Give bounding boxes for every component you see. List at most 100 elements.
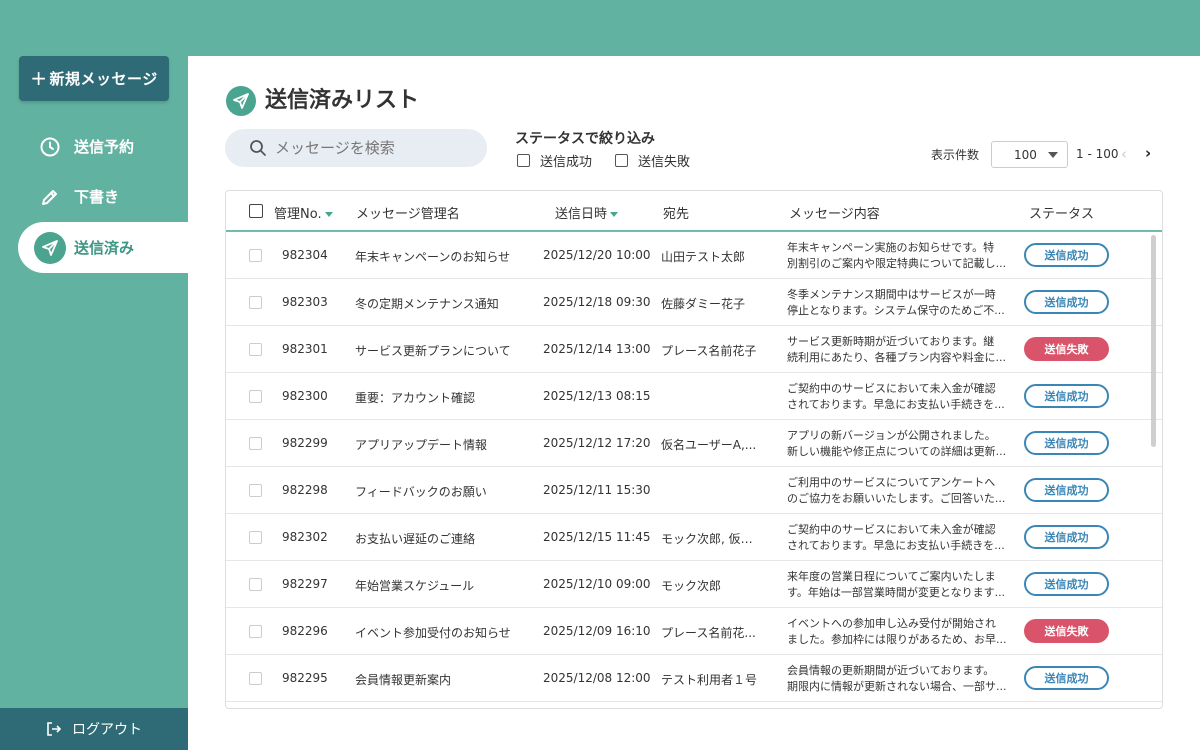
filter-failure-checkbox[interactable]: 送信失敗 xyxy=(615,151,690,170)
column-header-date[interactable]: 送信日時 xyxy=(555,203,619,222)
sidebar-item-sent[interactable]: 送信済み xyxy=(18,222,188,273)
row-checkbox[interactable] xyxy=(249,437,262,450)
row-id: 982304 xyxy=(282,248,328,262)
table-row[interactable]: 982298 フィードバックのお願い 2025/12/11 15:30 ご利用中のサー… xyxy=(226,467,1162,514)
sidebar-item-label: 送信予約 xyxy=(74,138,135,156)
row-content: イベントへの参加申し込み受付が開始され ました。参加枠には限りがあるため、お早..… xyxy=(787,617,1007,646)
per-page-select[interactable]: 100 xyxy=(991,141,1068,168)
table-header: 管理No. メッセージ管理名 送信日時 宛先 メッセージ内容 ステータス xyxy=(226,191,1162,232)
row-checkbox[interactable] xyxy=(249,484,262,497)
logout-button[interactable]: ログアウト xyxy=(0,708,188,750)
row-content: 会員情報の更新期間が近づいております。 期限内に情報が更新されない場合、一部サ..… xyxy=(787,664,1007,693)
plus-icon: + xyxy=(30,65,48,90)
row-content: ご契約中のサービスにおいて未入金が確認 されております。早急にお支払い手続きを..… xyxy=(787,382,1005,411)
select-all-checkbox[interactable] xyxy=(249,204,263,218)
table-row[interactable]: 982299 アプリアップデート情報 2025/12/12 17:20 仮名ユーザーA… xyxy=(226,420,1162,467)
status-badge: 送信失敗 xyxy=(1024,337,1109,361)
row-id: 982296 xyxy=(282,624,328,638)
table-row[interactable]: 982301 サービス更新プランについて 2025/12/14 13:00 プレース名… xyxy=(226,326,1162,373)
status-badge: 送信失敗 xyxy=(1024,619,1109,643)
checkbox[interactable] xyxy=(615,154,628,167)
table-row[interactable]: 982303 冬の定期メンテナンス通知 2025/12/18 09:30 佐藤ダミー花… xyxy=(226,279,1162,326)
row-checkbox[interactable] xyxy=(249,296,262,309)
row-id: 982302 xyxy=(282,530,328,544)
row-recipient: モック次郎 xyxy=(661,579,722,593)
row-checkbox[interactable] xyxy=(249,672,262,685)
sidebar-item-scheduled[interactable]: 送信予約 xyxy=(18,121,188,172)
row-content: アプリの新バージョンが公開されました。 新しい機能や修正点についての詳細は更新..… xyxy=(787,429,1007,458)
filter-title: ステータスで絞り込み xyxy=(515,131,655,147)
next-page-button[interactable]: › xyxy=(1145,144,1151,162)
table-row[interactable]: 982295 会員情報更新案内 2025/12/08 12:00 テスト利用者１号 会員… xyxy=(226,655,1162,702)
row-date: 2025/12/12 17:20 xyxy=(543,436,651,450)
row-date: 2025/12/13 08:15 xyxy=(543,389,651,403)
sidebar-item-drafts[interactable]: 下書き xyxy=(18,171,188,222)
paper-plane-icon xyxy=(226,86,256,116)
prev-page-button[interactable]: ‹ xyxy=(1121,145,1127,163)
per-page-value: 100 xyxy=(1014,147,1037,162)
per-page-label: 表示件数 xyxy=(931,148,980,162)
row-name: アプリアップデート情報 xyxy=(355,438,488,452)
column-header-to: 宛先 xyxy=(663,207,690,222)
row-recipient: 山田テスト太郎 xyxy=(661,250,746,264)
scrollbar[interactable] xyxy=(1151,235,1156,447)
row-content: 冬季メンテナンス期間中はサービスが一時 停止となります。システム保守のためご不..… xyxy=(787,288,1005,317)
table-row[interactable]: 982296 イベント参加受付のお知らせ 2025/12/09 16:10 プレース名… xyxy=(226,608,1162,655)
status-badge: 送信成功 xyxy=(1024,572,1109,596)
checkbox[interactable] xyxy=(517,154,530,167)
row-name: お支払い遅延のご連絡 xyxy=(355,532,476,546)
main-panel: 送信済みリスト ステータスで絞り込み 送信成功 送信失敗 表示件数 100 1 … xyxy=(188,56,1200,750)
caret-down-icon xyxy=(1048,152,1058,158)
row-recipient: モック次郎, 仮名... xyxy=(661,532,761,546)
row-id: 982303 xyxy=(282,295,328,309)
row-content: ご契約中のサービスにおいて未入金が確認 されております。早急にお支払い手続きを..… xyxy=(787,523,1005,552)
row-recipient: プレース名前花子 xyxy=(661,344,757,358)
page-range: 1 - 100 xyxy=(1076,147,1119,161)
row-checkbox[interactable] xyxy=(249,578,262,591)
row-date: 2025/12/15 11:45 xyxy=(543,530,651,544)
filter-success-checkbox[interactable]: 送信成功 xyxy=(517,151,592,170)
filter-label: 送信成功 xyxy=(540,155,593,170)
row-date: 2025/12/11 15:30 xyxy=(543,483,651,497)
row-id: 982297 xyxy=(282,577,328,591)
filter-label: 送信失敗 xyxy=(638,155,691,170)
status-badge: 送信成功 xyxy=(1024,290,1109,314)
row-date: 2025/12/08 12:00 xyxy=(543,671,651,685)
table-row[interactable]: 982304 年末キャンペーンのお知らせ 2025/12/20 10:00 山田テスト… xyxy=(226,232,1162,279)
row-content: ご利用中のサービスについてアンケートへ のご協力をお願いいたします。ご回答いた..… xyxy=(787,476,1006,505)
row-id: 982300 xyxy=(282,389,328,403)
table-row[interactable]: 982302 お支払い遅延のご連絡 2025/12/15 11:45 モック次郎, 仮… xyxy=(226,514,1162,561)
row-checkbox[interactable] xyxy=(249,625,262,638)
sent-table: 管理No. メッセージ管理名 送信日時 宛先 メッセージ内容 ステータス 982… xyxy=(225,190,1163,709)
table-row[interactable]: 982297 年始営業スケジュール 2025/12/10 09:00 モック次郎 来年度… xyxy=(226,561,1162,608)
table-body: 982304 年末キャンペーンのお知らせ 2025/12/20 10:00 山田テスト… xyxy=(226,232,1162,702)
row-recipient: プレース名前花... xyxy=(661,626,756,640)
row-name: フィードバックのお願い xyxy=(355,485,487,499)
row-name: 年末キャンペーンのお知らせ xyxy=(355,250,511,264)
row-id: 982298 xyxy=(282,483,328,497)
search-input[interactable] xyxy=(275,139,465,157)
row-checkbox[interactable] xyxy=(249,249,262,262)
new-message-button[interactable]: + 新規メッセージ xyxy=(19,56,169,101)
row-checkbox[interactable] xyxy=(249,531,262,544)
status-badge: 送信成功 xyxy=(1024,243,1109,267)
row-id: 982295 xyxy=(282,671,328,685)
row-date: 2025/12/10 09:00 xyxy=(543,577,651,591)
logout-icon xyxy=(46,721,62,737)
column-header-id[interactable]: 管理No. xyxy=(274,203,333,222)
row-checkbox[interactable] xyxy=(249,390,262,403)
row-id: 982301 xyxy=(282,342,328,356)
column-header-content: メッセージ内容 xyxy=(789,207,880,222)
row-content: 来年度の営業日程についてご案内いたしま す。年始は一部営業時間が変更となります..… xyxy=(787,570,1006,599)
status-badge: 送信成功 xyxy=(1024,525,1109,549)
row-content: 年末キャンペーン実施のお知らせです。特 別割引のご案内や限定特典について記載し..… xyxy=(787,241,1007,270)
row-recipient: 仮名ユーザーA,... xyxy=(661,438,757,452)
column-header-name: メッセージ管理名 xyxy=(356,207,460,222)
row-checkbox[interactable] xyxy=(249,343,262,356)
row-date: 2025/12/09 16:10 xyxy=(543,624,651,638)
status-badge: 送信成功 xyxy=(1024,478,1109,502)
table-row[interactable]: 982300 重要：アカウント確認 2025/12/13 08:15 ご契約中のサービ… xyxy=(226,373,1162,420)
status-badge: 送信成功 xyxy=(1024,431,1109,455)
search-box[interactable] xyxy=(225,129,487,167)
row-name: 重要：アカウント確認 xyxy=(355,391,476,405)
